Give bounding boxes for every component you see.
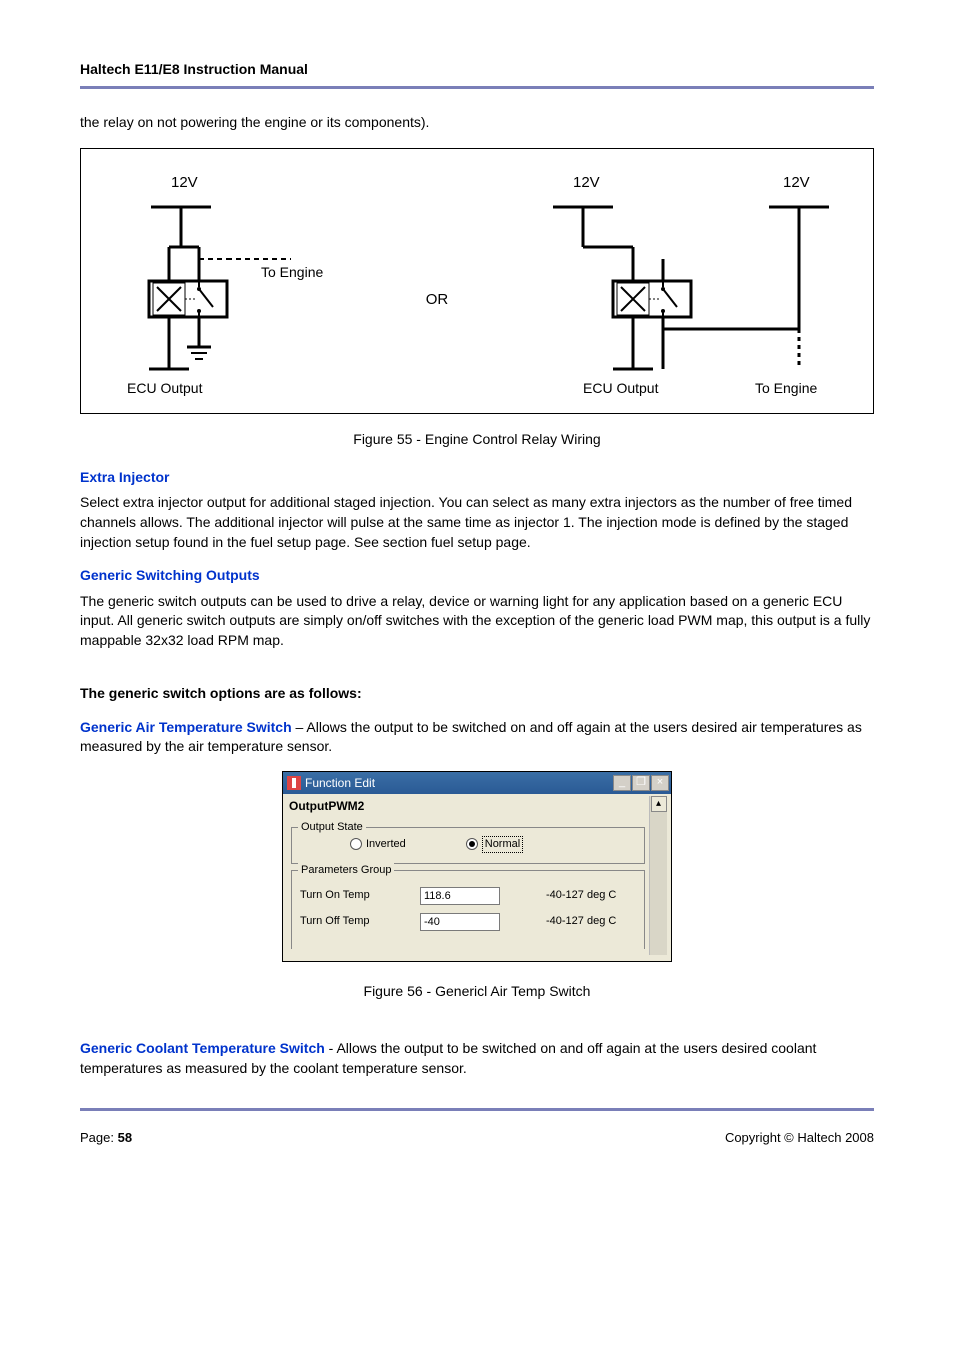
app-icon bbox=[287, 776, 301, 790]
page-number: Page: 58 bbox=[80, 1129, 132, 1147]
relay-circuit-right: 12V 12V bbox=[503, 169, 863, 399]
header-rule bbox=[80, 86, 874, 89]
turn-on-label: Turn On Temp bbox=[300, 888, 420, 903]
intro-continuation: the relay on not powering the engine or … bbox=[80, 113, 874, 133]
footer-rule bbox=[80, 1108, 874, 1111]
scroll-up-button[interactable]: ▴ bbox=[651, 796, 667, 812]
parameters-group: Parameters Group Turn On Temp -40-127 de… bbox=[291, 870, 645, 949]
label-ecu-output-right: ECU Output bbox=[583, 380, 659, 396]
turn-off-input[interactable] bbox=[420, 913, 500, 931]
turn-off-label: Turn Off Temp bbox=[300, 914, 420, 929]
output-state-legend: Output State bbox=[298, 820, 366, 835]
radio-normal[interactable]: Normal bbox=[466, 836, 523, 853]
generic-coolant-para: Generic Coolant Temperature Switch - All… bbox=[80, 1039, 874, 1078]
text-extra-injector: Select extra injector output for additio… bbox=[80, 493, 874, 552]
label-12v-left: 12V bbox=[171, 174, 198, 191]
minimize-button[interactable]: _ bbox=[613, 775, 631, 791]
turn-off-range: -40-127 deg C bbox=[546, 914, 616, 929]
heading-generic-switching: Generic Switching Outputs bbox=[80, 566, 874, 586]
options-intro: The generic switch options are as follow… bbox=[80, 684, 874, 704]
radio-inverted[interactable]: Inverted bbox=[350, 836, 406, 853]
label-ecu-output-left: ECU Output bbox=[127, 380, 203, 396]
relay-circuit-left: 12V bbox=[91, 169, 371, 399]
turn-on-range: -40-127 deg C bbox=[546, 888, 616, 903]
dialog-scrollbar[interactable]: ▴ bbox=[649, 796, 667, 955]
label-12v-right: 12V bbox=[783, 174, 810, 191]
label-12v-mid: 12V bbox=[573, 174, 600, 191]
output-state-group: Output State Inverted Normal bbox=[291, 827, 645, 864]
radio-inverted-label: Inverted bbox=[366, 837, 406, 852]
restore-button[interactable]: ❐ bbox=[632, 775, 650, 791]
heading-extra-injector: Extra Injector bbox=[80, 468, 874, 488]
label-to-engine-left: To Engine bbox=[261, 264, 323, 280]
label-to-engine-right: To Engine bbox=[755, 380, 817, 396]
generic-air-para: Generic Air Temperature Switch – Allows … bbox=[80, 718, 874, 757]
close-button[interactable]: × bbox=[651, 775, 669, 791]
heading-generic-air: Generic Air Temperature Switch bbox=[80, 719, 292, 735]
param-row-turn-on: Turn On Temp -40-127 deg C bbox=[300, 887, 636, 905]
text-generic-switching: The generic switch outputs can be used t… bbox=[80, 592, 874, 651]
radio-inverted-dot bbox=[350, 838, 362, 850]
function-edit-dialog: Function Edit _ ❐ × OutputPWM2 Output St… bbox=[282, 771, 672, 962]
parameters-legend: Parameters Group bbox=[298, 863, 394, 878]
figure-56-caption: Figure 56 - Genericl Air Temp Switch bbox=[80, 982, 874, 1002]
dialog-subheader: OutputPWM2 bbox=[287, 796, 649, 821]
dialog-title: Function Edit bbox=[305, 775, 613, 792]
label-or: OR bbox=[426, 289, 449, 310]
figure-55-caption: Figure 55 - Engine Control Relay Wiring bbox=[80, 430, 874, 450]
dialog-titlebar[interactable]: Function Edit _ ❐ × bbox=[283, 772, 671, 794]
radio-normal-dot bbox=[466, 838, 478, 850]
relay-wiring-diagram: 12V bbox=[80, 148, 874, 414]
doc-header-title: Haltech E11/E8 Instruction Manual bbox=[80, 60, 874, 80]
param-row-turn-off: Turn Off Temp -40-127 deg C bbox=[300, 913, 636, 931]
radio-normal-label: Normal bbox=[482, 836, 523, 853]
heading-generic-coolant: Generic Coolant Temperature Switch bbox=[80, 1040, 325, 1056]
copyright: Copyright © Haltech 2008 bbox=[725, 1129, 874, 1147]
turn-on-input[interactable] bbox=[420, 887, 500, 905]
footer: Page: 58 Copyright © Haltech 2008 bbox=[80, 1129, 874, 1147]
